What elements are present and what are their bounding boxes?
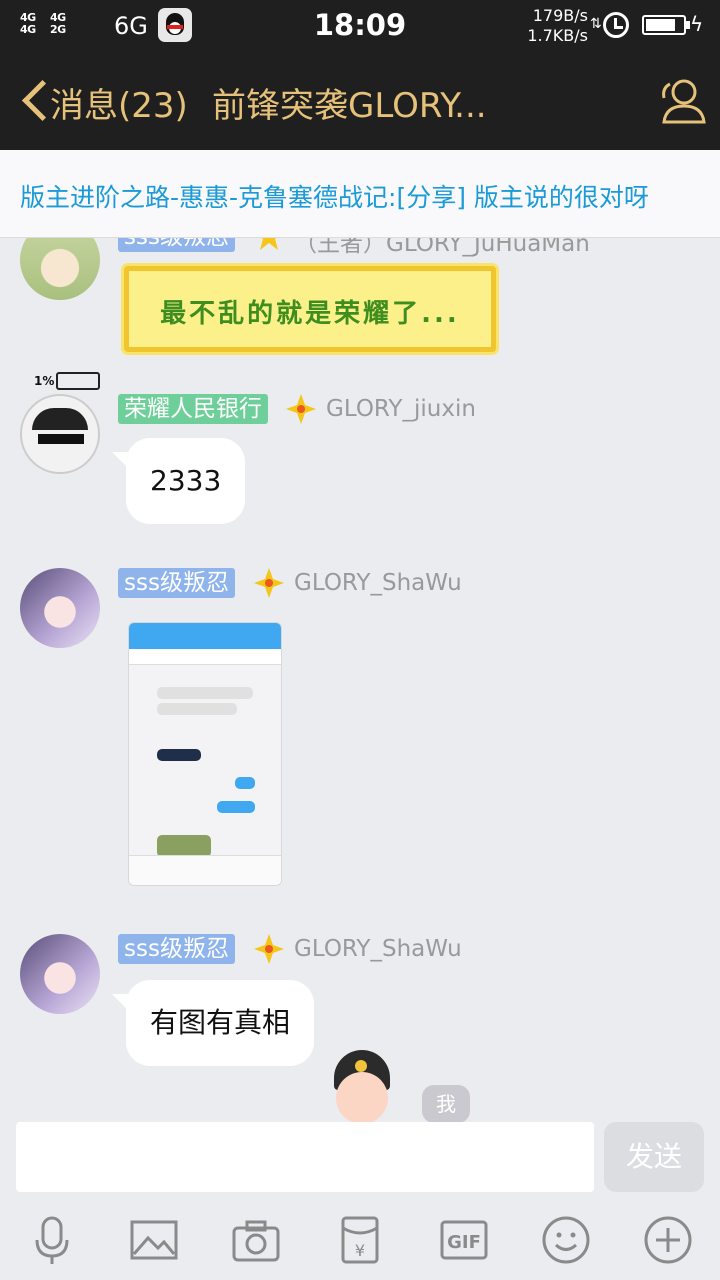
network-speed: 179B/s 1.7KB/s	[520, 6, 588, 46]
status-bar: 4G 4G 4G 2G 6G 18:09 179B/s 1.7KB/s ⇅ ϟ	[0, 0, 720, 52]
chat-area[interactable]: sss级叛忍 （王者）GLORY_JuHuaMan 最不乱的就是荣耀了... 1…	[0, 238, 720, 1122]
svg-text:GIF: GIF	[447, 1232, 481, 1253]
message-bubble[interactable]: 2333	[111, 438, 246, 524]
speed-down: 1.7KB/s	[527, 26, 588, 45]
send-button[interactable]: 发送	[604, 1122, 704, 1192]
battery-decoration: 1%	[34, 372, 100, 390]
camera-icon[interactable]	[230, 1214, 282, 1266]
battery-icon	[642, 15, 690, 35]
member-tag: sss级叛忍	[118, 568, 235, 598]
star-icon	[260, 238, 278, 250]
emoji-icon[interactable]	[540, 1214, 592, 1266]
input-bar: 发送	[0, 1122, 720, 1202]
diamond-star-icon	[254, 568, 284, 598]
member-nick: （王者）GLORY_JuHuaMan	[294, 238, 590, 257]
speed-up: 179B/s	[532, 6, 588, 25]
charging-icon: ϟ	[690, 12, 704, 36]
image-message[interactable]	[128, 622, 282, 886]
message-bubble[interactable]: 有图有真相	[111, 980, 315, 1066]
member-nick: GLORY_ShaWu	[294, 570, 462, 596]
image-icon[interactable]	[128, 1214, 180, 1266]
diamond-star-icon	[254, 934, 284, 964]
message-input[interactable]	[16, 1122, 594, 1192]
gif-icon[interactable]: GIF	[438, 1214, 490, 1266]
member-nick: GLORY_jiuxin	[326, 396, 476, 422]
svg-text:¥: ¥	[355, 1241, 365, 1260]
microphone-icon[interactable]	[26, 1214, 78, 1266]
alarm-icon	[603, 12, 629, 38]
group-announcement[interactable]: 版主进阶之路-惠惠-克鲁塞德战记:[分享] 版主说的很对呀	[0, 150, 720, 238]
plus-icon[interactable]	[642, 1214, 694, 1266]
sticker-message[interactable]: 最不乱的就是荣耀了...	[124, 266, 496, 352]
announcement-text: 版主进阶之路-惠惠-克鲁塞德战记:[分享] 版主说的很对呀	[20, 183, 649, 212]
sticker-text: 最不乱的就是荣耀了...	[160, 299, 460, 329]
data-arrows-icon: ⇅	[590, 16, 602, 32]
member-tag: sss级叛忍	[118, 238, 235, 252]
avatar[interactable]	[20, 568, 100, 648]
chat-title: 前锋突袭GLORY...	[212, 86, 487, 126]
member-tag: sss级叛忍	[118, 934, 235, 964]
my-avatar[interactable]	[328, 1050, 394, 1122]
me-label: 我	[422, 1085, 470, 1122]
title-bar: 消息(23) 前锋突袭GLORY...	[0, 52, 720, 150]
diamond-star-icon	[286, 394, 316, 424]
group-members-icon[interactable]	[654, 74, 708, 126]
avatar[interactable]	[20, 238, 100, 300]
avatar[interactable]	[20, 934, 100, 1014]
avatar[interactable]	[20, 394, 100, 474]
member-tag: 荣耀人民银行	[118, 394, 268, 424]
member-nick: GLORY_ShaWu	[294, 936, 462, 962]
back-button[interactable]	[20, 78, 50, 122]
toolbar: ¥ GIF	[0, 1202, 720, 1280]
back-label[interactable]: 消息(23)	[50, 78, 188, 127]
red-packet-icon[interactable]: ¥	[334, 1214, 386, 1266]
